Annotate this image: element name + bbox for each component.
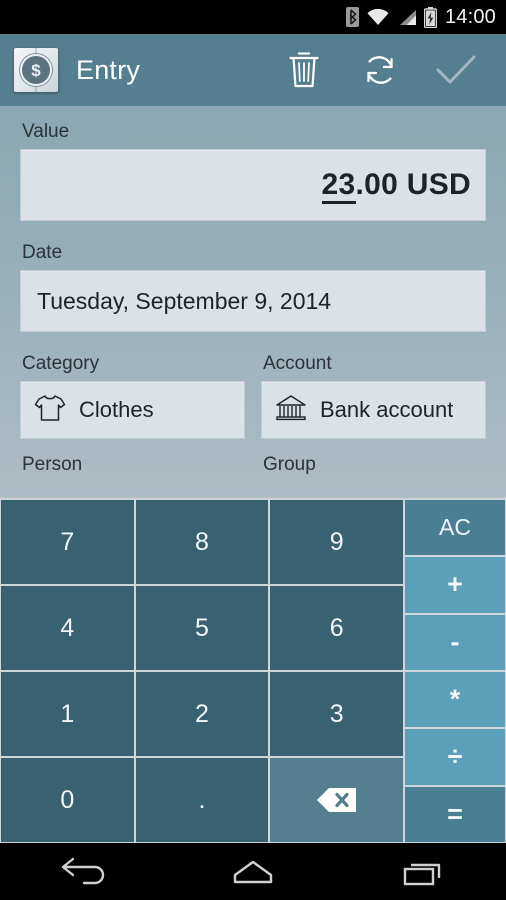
status-bar: 14:00 [0,0,506,34]
keypad-operators: AC + - * ÷ = [404,498,506,843]
category-label: Category [22,353,100,374]
check-icon [434,52,478,88]
back-arrow-icon [57,856,111,888]
key-4[interactable]: 4 [1,586,134,670]
value-label: Value [22,121,70,142]
bluetooth-icon [345,7,359,27]
status-bar-clock: 14:00 [444,5,496,28]
key-plus[interactable]: + [405,557,505,613]
value-amount-tail: .00 USD [355,168,471,201]
money-book-icon: $ [14,48,58,92]
cellular-signal-icon [397,7,417,27]
date-value: Tuesday, September 9, 2014 [37,287,332,314]
key-5[interactable]: 5 [135,586,269,670]
key-minus[interactable]: - [405,614,505,670]
page-title: Entry [76,54,141,85]
account-value: Bank account [320,397,454,422]
value-input[interactable]: 23.00 USD [20,149,486,221]
delete-button[interactable] [266,34,342,106]
system-navigation-bar [0,843,506,900]
group-field: Group [261,455,486,482]
refresh-button[interactable] [342,34,418,106]
category-value: Clothes [79,397,154,422]
key-3[interactable]: 3 [270,672,403,756]
battery-charging-icon [423,6,437,28]
action-bar: $ Entry [0,34,506,106]
home-icon [226,856,280,888]
key-9[interactable]: 9 [270,500,403,584]
key-6[interactable]: 6 [270,586,403,670]
category-input[interactable]: Clothes [20,381,245,439]
keypad-digits: 7 8 9 4 5 6 1 2 3 0 . [0,498,404,843]
back-button[interactable] [24,843,144,900]
group-label: Group [263,454,316,475]
category-field: Category Clothes [20,354,245,439]
account-field: Account Bank account [261,354,486,439]
calculator-keypad: 7 8 9 4 5 6 1 2 3 0 . AC + - * ÷ = [0,498,506,843]
value-amount-head: 23 [321,168,356,204]
status-icon-group [345,6,437,28]
home-button[interactable] [193,843,313,900]
bank-icon [274,393,308,428]
recents-button[interactable] [362,843,482,900]
key-multiply[interactable]: * [405,671,505,728]
key-7[interactable]: 7 [1,500,134,584]
key-all-clear[interactable]: AC [405,500,505,556]
recents-icon [395,856,449,888]
phone-screen: 14:00 $ Entry Value 23.00 USD Date Tuesd… [0,0,506,900]
category-account-row: Category Clothes Account Bank account [20,354,486,439]
tshirt-icon [33,393,67,428]
confirm-button[interactable] [418,34,494,106]
account-input[interactable]: Bank account [261,381,486,439]
backspace-icon [315,785,359,815]
person-group-row: Person Group [20,455,486,482]
person-field: Person [20,455,245,482]
key-1[interactable]: 1 [1,672,134,756]
date-label: Date [22,242,63,263]
key-0[interactable]: 0 [1,758,134,842]
key-decimal-point[interactable]: . [135,758,269,842]
entry-form: Value 23.00 USD Date Tuesday, September … [0,106,506,500]
account-label: Account [263,353,332,374]
date-input[interactable]: Tuesday, September 9, 2014 [20,270,486,332]
key-8[interactable]: 8 [135,500,269,584]
action-bar-actions [266,34,494,106]
person-label: Person [22,454,83,475]
key-2[interactable]: 2 [135,672,269,756]
key-equals[interactable]: = [405,786,505,842]
key-divide[interactable]: ÷ [405,729,505,785]
refresh-icon [360,50,400,90]
app-icon-glyph: $ [20,54,52,86]
key-backspace[interactable] [270,758,403,842]
trash-icon [286,50,322,90]
value-amount: 23.00 USD [321,168,471,204]
wifi-icon [366,7,390,27]
